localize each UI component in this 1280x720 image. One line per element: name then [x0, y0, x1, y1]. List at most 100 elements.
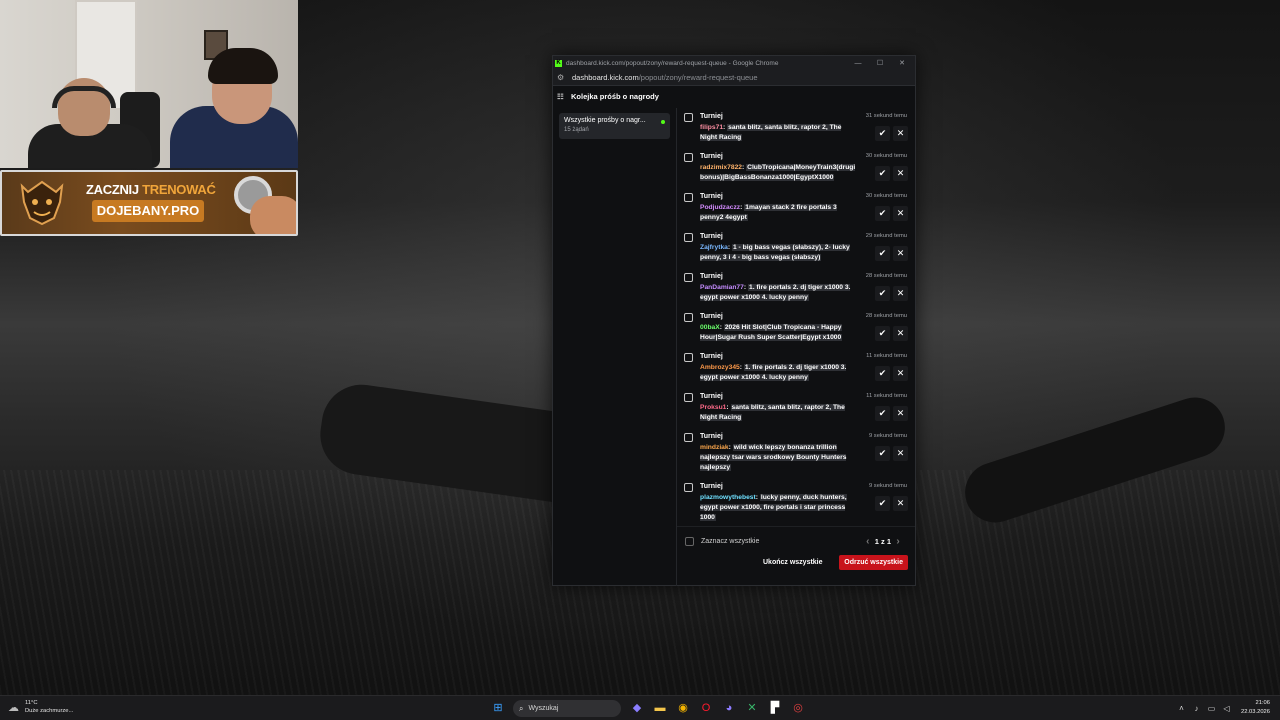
chrome-icon[interactable]: ◉ — [673, 699, 693, 718]
reject-x-icon[interactable]: ✕ — [893, 406, 908, 421]
request-message: Podjudzaczz: 1mayan stack 2 fire portals… — [700, 204, 837, 221]
request-checkbox[interactable] — [684, 233, 693, 242]
request-user[interactable]: PanDamian77 — [700, 284, 744, 291]
request-message: mindziak: wild wick lepszy bonanza trill… — [700, 444, 847, 471]
accept-check-icon[interactable]: ✔ — [875, 126, 890, 141]
accept-check-icon[interactable]: ✔ — [875, 166, 890, 181]
accept-check-icon[interactable]: ✔ — [875, 206, 890, 221]
close-window-button[interactable]: ✕ — [891, 59, 913, 67]
reject-x-icon[interactable]: ✕ — [893, 166, 908, 181]
taskbar-search[interactable]: ⌕ Wyszukaj — [513, 700, 621, 717]
request-time: 30 sekund temu — [865, 193, 907, 199]
request-row: Turniej 30 sekund temu radzimix7822: Clu… — [684, 151, 910, 191]
request-checkbox[interactable] — [684, 483, 693, 492]
search-placeholder: Wyszukaj — [528, 705, 559, 712]
request-checkbox[interactable] — [684, 393, 693, 402]
system-clock[interactable]: 21:06 22.03.2026 — [1241, 699, 1270, 717]
search-icon: ⌕ — [519, 703, 524, 713]
next-page-icon[interactable]: › — [891, 536, 905, 547]
windows-taskbar: ☁ 11°C Duże zachmurze... ⊞ ⌕ Wyszukaj ◆ … — [0, 695, 1280, 720]
queue-icon: ☷ — [557, 91, 564, 101]
accept-check-icon[interactable]: ✔ — [875, 246, 890, 261]
page-indicator: 1 z 1 — [874, 537, 891, 546]
request-text: 2026 Hit Slot|Club Tropicana - Happy Hou… — [700, 324, 843, 341]
select-all[interactable]: Zaznacz wszystkie — [685, 537, 759, 546]
request-time: 28 sekund temu — [865, 273, 907, 279]
minimize-button[interactable]: — — [847, 60, 869, 67]
page-header: ☷ Kolejka próśb o nagrody — [553, 86, 915, 106]
request-user[interactable]: Zajfrytka — [700, 244, 728, 251]
reject-x-icon[interactable]: ✕ — [893, 326, 908, 341]
banner-cta: ZACZNIJ TRENOWAĆ — [86, 182, 216, 197]
request-message: Proksu1: santa blitz, santa blitz, rapto… — [700, 404, 845, 421]
request-checkbox[interactable] — [684, 113, 693, 122]
request-user[interactable]: Podjudzaczz — [700, 204, 740, 211]
goblin-logo-icon — [20, 180, 64, 226]
request-row: Turniej 28 sekund temu PanDamian77: 1. f… — [684, 271, 910, 311]
accept-check-icon[interactable]: ✔ — [875, 446, 890, 461]
accept-check-icon[interactable]: ✔ — [875, 326, 890, 341]
microphone-icon[interactable]: ♪ — [1192, 704, 1201, 713]
request-user[interactable]: radzimix7822 — [700, 164, 742, 171]
reject-all-button[interactable]: Odrzuć wszystkie — [839, 555, 908, 570]
request-time: 11 sekund temu — [866, 393, 907, 399]
reject-x-icon[interactable]: ✕ — [893, 286, 908, 301]
request-user[interactable]: Ambrozy345 — [700, 364, 740, 371]
accept-check-icon[interactable]: ✔ — [875, 496, 890, 511]
cloud-icon: ☁ — [8, 701, 19, 714]
select-all-checkbox[interactable] — [685, 537, 694, 546]
reject-x-icon[interactable]: ✕ — [893, 206, 908, 221]
request-checkbox[interactable] — [684, 193, 693, 202]
site-settings-icon[interactable]: ⚙ — [557, 73, 567, 82]
file-explorer-icon[interactable]: ▬ — [650, 699, 670, 718]
excel-icon[interactable]: ✕ — [742, 699, 762, 718]
request-checkbox[interactable] — [684, 153, 693, 162]
request-message: Ambrozy345: 1. fire portals 2. dj tiger … — [700, 364, 847, 381]
request-row: Turniej 11 sekund temu Proksu1: santa bl… — [684, 391, 910, 431]
maximize-button[interactable]: ☐ — [869, 59, 891, 67]
request-user[interactable]: mindziak — [700, 444, 729, 451]
webcam-person-left — [28, 78, 152, 168]
kick-app-icon[interactable]: ▛ — [765, 699, 785, 718]
window-title: dashboard.kick.com/popout/zony/reward-re… — [566, 59, 779, 67]
request-checkbox[interactable] — [684, 313, 693, 322]
volume-icon[interactable]: ◁ — [1222, 704, 1231, 713]
network-icon[interactable]: ▭ — [1207, 704, 1216, 713]
reject-x-icon[interactable]: ✕ — [893, 446, 908, 461]
accept-check-icon[interactable]: ✔ — [875, 286, 890, 301]
reward-name: Turniej — [700, 193, 723, 200]
accept-check-icon[interactable]: ✔ — [875, 366, 890, 381]
request-user[interactable]: plazmowythebest — [700, 494, 756, 501]
address-host: dashboard.kick.com — [572, 73, 639, 82]
request-checkbox[interactable] — [684, 353, 693, 362]
accept-check-icon[interactable]: ✔ — [875, 406, 890, 421]
request-user[interactable]: filips71 — [700, 124, 723, 131]
windows-start-icon[interactable]: ⊞ — [488, 699, 508, 718]
finish-all-button[interactable]: Ukończ wszystkie — [759, 555, 827, 570]
weather-widget[interactable]: ☁ 11°C Duże zachmurze... — [8, 699, 73, 715]
webcam-person-right — [170, 48, 298, 168]
request-row: Turniej 28 sekund temu 00baX: 2026 Hit S… — [684, 311, 910, 351]
obs-icon[interactable]: ◎ — [788, 699, 808, 718]
address-bar[interactable]: ⚙ dashboard.kick.com/popout/zony/reward-… — [553, 70, 915, 86]
filter-name: Wszystkie prośby o nagr... — [564, 117, 646, 124]
teams-icon[interactable]: ◆ — [627, 699, 647, 718]
filter-all-requests[interactable]: Wszystkie prośby o nagr... 15 żądań — [559, 113, 670, 139]
banner-url: DOJEBANY.PRO — [92, 200, 204, 222]
request-user[interactable]: 00baX — [700, 324, 720, 331]
chevron-up-icon[interactable]: ˄ — [1177, 704, 1186, 713]
request-user[interactable]: Proksu1 — [700, 404, 726, 411]
reject-x-icon[interactable]: ✕ — [893, 496, 908, 511]
discord-icon[interactable]: ◕ — [719, 699, 739, 718]
reject-x-icon[interactable]: ✕ — [893, 366, 908, 381]
request-checkbox[interactable] — [684, 273, 693, 282]
opera-icon[interactable]: O — [696, 699, 716, 718]
prev-page-icon[interactable]: ‹ — [861, 536, 875, 547]
request-time: 9 sekund temu — [868, 433, 907, 439]
request-list[interactable]: Turniej 31 sekund temu filips71: santa b… — [677, 108, 915, 526]
reward-name: Turniej — [700, 233, 723, 240]
reject-x-icon[interactable]: ✕ — [893, 246, 908, 261]
request-checkbox[interactable] — [684, 433, 693, 442]
reject-x-icon[interactable]: ✕ — [893, 126, 908, 141]
request-row: Turniej 9 sekund temu mindziak: wild wic… — [684, 431, 910, 481]
